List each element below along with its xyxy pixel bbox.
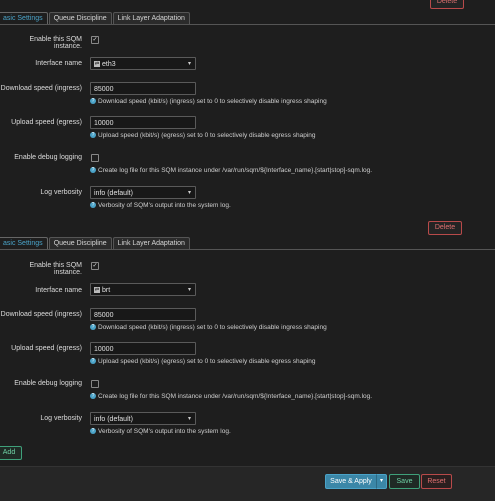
- question-circle-icon: ?: [90, 358, 96, 365]
- tab-queue-discipline[interactable]: Queue Discipline: [48, 12, 112, 24]
- chevron-down-icon: ▾: [379, 478, 383, 484]
- verbosity-label: Log verbosity: [40, 415, 82, 422]
- chevron-down-icon: ▾: [187, 190, 191, 196]
- debug-checkbox[interactable]: [91, 154, 99, 162]
- delete-button-1[interactable]: Delete: [428, 221, 462, 235]
- delete-button-previous[interactable]: Delete: [430, 0, 464, 9]
- tab-link-layer-adaptation[interactable]: Link Layer Adaptation: [112, 237, 190, 249]
- network-interface-icon: ⇄: [94, 61, 100, 68]
- enable-checkbox[interactable]: ✓: [91, 262, 99, 270]
- question-circle-icon: ?: [90, 202, 96, 209]
- debug-label: Enable debug logging: [14, 154, 82, 161]
- tab-divider: [0, 24, 495, 25]
- question-circle-icon: ?: [90, 428, 96, 435]
- question-circle-icon: ?: [90, 132, 96, 139]
- verbosity-select[interactable]: info (default) ▾: [90, 412, 196, 425]
- interface-value: eth3: [102, 61, 116, 68]
- question-circle-icon: ?: [90, 167, 96, 174]
- tab-basic-settings[interactable]: asic Settings: [0, 12, 48, 24]
- tab-divider: [0, 249, 495, 250]
- question-circle-icon: ?: [90, 393, 96, 400]
- upload-input[interactable]: 10000: [90, 116, 196, 129]
- tab-queue-discipline[interactable]: Queue Discipline: [48, 237, 112, 249]
- debug-checkbox[interactable]: [91, 380, 99, 388]
- tab-basic-settings[interactable]: asic Settings: [0, 237, 48, 249]
- tab-bar-1: asic Settings Queue Discipline Link Laye…: [0, 12, 191, 24]
- upload-help: ? Upload speed (kbit/s) (egress) set to 0…: [90, 132, 316, 139]
- enable-label: Enable this SQM instance.: [29, 262, 82, 276]
- save-button[interactable]: Save: [389, 474, 420, 489]
- verbosity-value: info (default): [94, 416, 133, 423]
- debug-label: Enable debug logging: [14, 380, 82, 387]
- question-circle-icon: ?: [90, 98, 96, 105]
- verbosity-label: Log verbosity: [40, 189, 82, 196]
- debug-help: ? Create log file for this SQM instance u…: [90, 393, 373, 400]
- upload-label: Upload speed (egress): [11, 119, 82, 126]
- interface-label: Interface name: [35, 60, 82, 67]
- enable-label: Enable this SQM instance.: [29, 36, 82, 50]
- verbosity-select[interactable]: info (default) ▾: [90, 186, 196, 199]
- download-label: Download speed (ingress): [0, 311, 82, 318]
- download-help: ? Download speed (kbit/s) (ingress) set t…: [90, 324, 327, 331]
- network-interface-icon: ⇄: [94, 287, 100, 294]
- download-input[interactable]: 85000: [90, 308, 196, 321]
- upload-label: Upload speed (egress): [11, 345, 82, 352]
- tab-bar-2: asic Settings Queue Discipline Link Laye…: [0, 237, 191, 249]
- verbosity-value: info (default): [94, 190, 133, 197]
- debug-help: ? Create log file for this SQM instance u…: [90, 167, 373, 174]
- download-help: ? Download speed (kbit/s) (ingress) set t…: [90, 98, 327, 105]
- interface-label: Interface name: [35, 287, 82, 294]
- download-label: Download speed (ingress): [0, 85, 82, 92]
- save-apply-dropdown[interactable]: ▾: [376, 474, 387, 489]
- chevron-down-icon: ▾: [187, 61, 191, 67]
- reset-button[interactable]: Reset: [421, 474, 452, 489]
- download-input[interactable]: 85000: [90, 82, 196, 95]
- question-circle-icon: ?: [90, 324, 96, 331]
- verbosity-help: ? Verbosity of SQM's output into the syst…: [90, 428, 231, 435]
- save-apply-button[interactable]: Save & Apply: [325, 474, 377, 489]
- upload-help: ? Upload speed (kbit/s) (egress) set to 0…: [90, 358, 316, 365]
- interface-select[interactable]: ⇄ brt ▾: [90, 283, 196, 296]
- add-instance-button[interactable]: Add: [0, 446, 22, 460]
- interface-value: brt: [102, 287, 111, 294]
- upload-input[interactable]: 10000: [90, 342, 196, 355]
- interface-select[interactable]: ⇄ eth3 ▾: [90, 57, 196, 70]
- chevron-down-icon: ▾: [187, 287, 191, 293]
- verbosity-help: ? Verbosity of SQM's output into the syst…: [90, 202, 231, 209]
- enable-checkbox[interactable]: ✓: [91, 36, 99, 44]
- chevron-down-icon: ▾: [187, 416, 191, 422]
- tab-link-layer-adaptation[interactable]: Link Layer Adaptation: [112, 12, 190, 24]
